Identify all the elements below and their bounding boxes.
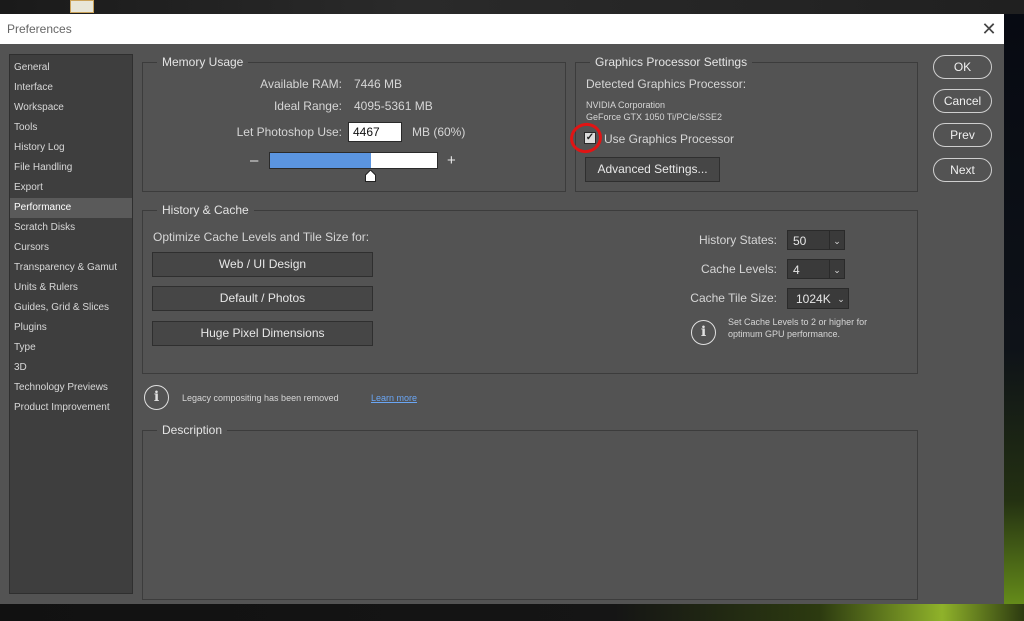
photoshop-use-label: Let Photoshop Use: (236, 125, 342, 139)
learn-more-link[interactable]: Learn more (371, 393, 417, 403)
history-states-label: History States: (698, 233, 777, 247)
memory-use-unit: MB (60%) (412, 125, 466, 139)
use-gpu-label[interactable]: Use Graphics Processor (604, 132, 734, 146)
cancel-button[interactable]: Cancel (933, 89, 992, 113)
sidebar-item-cursors[interactable]: Cursors (10, 238, 132, 258)
legacy-compositing-text: Legacy compositing has been removed (182, 393, 339, 403)
sidebar-item-workspace[interactable]: Workspace (10, 98, 132, 118)
cache-levels-label: Cache Levels: (700, 262, 777, 276)
desktop-background (0, 0, 1024, 14)
info-icon: i (691, 320, 716, 345)
cache-levels-value: 4 (793, 263, 800, 277)
sidebar-item-tools[interactable]: Tools (10, 118, 132, 138)
description-title: Description (157, 423, 228, 437)
sidebar-item-3d[interactable]: 3D (10, 358, 132, 378)
sidebar-item-history-log[interactable]: History Log (10, 138, 132, 158)
advanced-settings-button[interactable]: Advanced Settings... (585, 157, 720, 182)
huge-pixel-dimensions-button[interactable]: Huge Pixel Dimensions (152, 321, 373, 346)
desktop-wallpaper-edge (1004, 14, 1024, 621)
memory-decrease-icon[interactable]: – (250, 152, 258, 169)
graphics-processor-title: Graphics Processor Settings (590, 55, 753, 69)
sidebar-item-plugins[interactable]: Plugins (10, 318, 132, 338)
memory-slider-track[interactable] (269, 152, 438, 169)
memory-increase-icon[interactable]: + (447, 152, 456, 169)
cache-tile-size-select[interactable]: 1024K ⌄ (787, 288, 849, 309)
sidebar-item-transparency-gamut[interactable]: Transparency & Gamut (10, 258, 132, 278)
window-title: Preferences (7, 22, 72, 36)
prev-button[interactable]: Prev (933, 123, 992, 147)
default-photos-button[interactable]: Default / Photos (152, 286, 373, 311)
cache-hint-line-2: optimum GPU performance. (728, 329, 841, 339)
available-ram-label: Available RAM: (260, 77, 342, 91)
sidebar-item-type[interactable]: Type (10, 338, 132, 358)
ok-button[interactable]: OK (933, 55, 992, 79)
sidebar-item-guides-grid-slices[interactable]: Guides, Grid & Slices (10, 298, 132, 318)
sidebar-item-performance[interactable]: Performance (10, 198, 132, 218)
history-cache-title: History & Cache (157, 203, 254, 217)
title-bar: Preferences ✕ (0, 14, 1004, 44)
gpu-model: GeForce GTX 1050 Ti/PCIe/SSE2 (586, 112, 723, 122)
memory-slider-fill (270, 153, 371, 168)
next-button[interactable]: Next (933, 158, 992, 182)
chevron-down-icon: ⌄ (829, 231, 844, 249)
preferences-dialog: Preferences ✕ General Interface Workspac… (0, 14, 1004, 604)
history-states-value: 50 (793, 234, 807, 248)
preferences-sidebar: General Interface Workspace Tools Histor… (9, 54, 133, 594)
sidebar-item-scratch-disks[interactable]: Scratch Disks (10, 218, 132, 238)
close-icon[interactable]: ✕ (978, 18, 1000, 40)
chevron-down-icon: ⌄ (829, 260, 844, 278)
description-group: Description (142, 423, 918, 600)
sidebar-item-product-improvement[interactable]: Product Improvement (10, 398, 132, 418)
sidebar-item-technology-previews[interactable]: Technology Previews (10, 378, 132, 398)
cache-tile-size-value: 1024K (796, 292, 831, 306)
desktop-file-icon (70, 0, 94, 13)
ideal-range-value: 4095-5361 MB (354, 99, 433, 113)
cache-hint-line-1: Set Cache Levels to 2 or higher for (728, 317, 868, 327)
sidebar-item-general[interactable]: General (10, 58, 132, 78)
history-states-select[interactable]: 50 ⌄ (787, 230, 845, 250)
detected-gpu-label: Detected Graphics Processor: (586, 77, 747, 91)
available-ram-value: 7446 MB (354, 77, 403, 91)
optimize-cache-label: Optimize Cache Levels and Tile Size for: (153, 230, 370, 244)
web-ui-design-button[interactable]: Web / UI Design (152, 252, 373, 277)
memory-slider-thumb[interactable] (365, 170, 376, 182)
sidebar-item-interface[interactable]: Interface (10, 78, 132, 98)
gpu-vendor: NVIDIA Corporation (586, 100, 666, 110)
chevron-down-icon: ⌄ (837, 294, 845, 304)
cache-tile-size-label: Cache Tile Size: (690, 291, 777, 305)
cache-levels-select[interactable]: 4 ⌄ (787, 259, 845, 279)
sidebar-item-file-handling[interactable]: File Handling (10, 158, 132, 178)
sidebar-item-export[interactable]: Export (10, 178, 132, 198)
sidebar-item-units-rulers[interactable]: Units & Rulers (10, 278, 132, 298)
memory-usage-title: Memory Usage (157, 55, 249, 69)
ideal-range-label: Ideal Range: (273, 99, 342, 113)
desktop-wallpaper-bottom (0, 604, 1024, 621)
memory-use-input[interactable]: 4467 (348, 122, 402, 142)
info-icon: i (144, 385, 169, 410)
